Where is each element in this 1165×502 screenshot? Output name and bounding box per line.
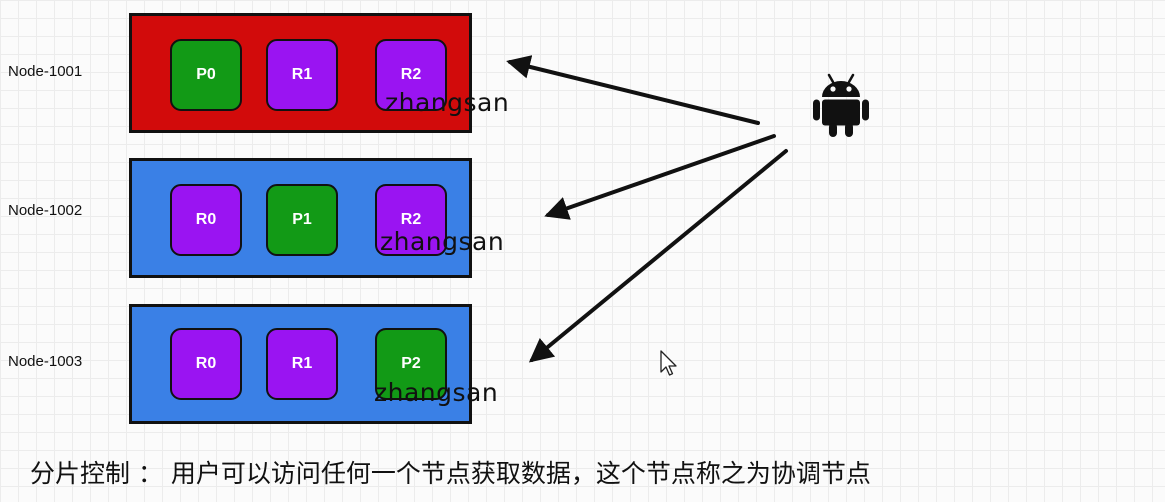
arrow-to-node-1001 bbox=[506, 55, 760, 125]
caption-text: 分片控制 ： 用户可以访问任何一个节点获取数据，这个节点称之为协调节点 bbox=[30, 459, 871, 488]
android-icon bbox=[813, 73, 869, 137]
arrow-to-node-1002 bbox=[544, 134, 776, 220]
request-arrows bbox=[506, 55, 788, 363]
mouse-pointer-icon bbox=[660, 350, 677, 376]
arrow-to-node-1003 bbox=[528, 149, 788, 363]
